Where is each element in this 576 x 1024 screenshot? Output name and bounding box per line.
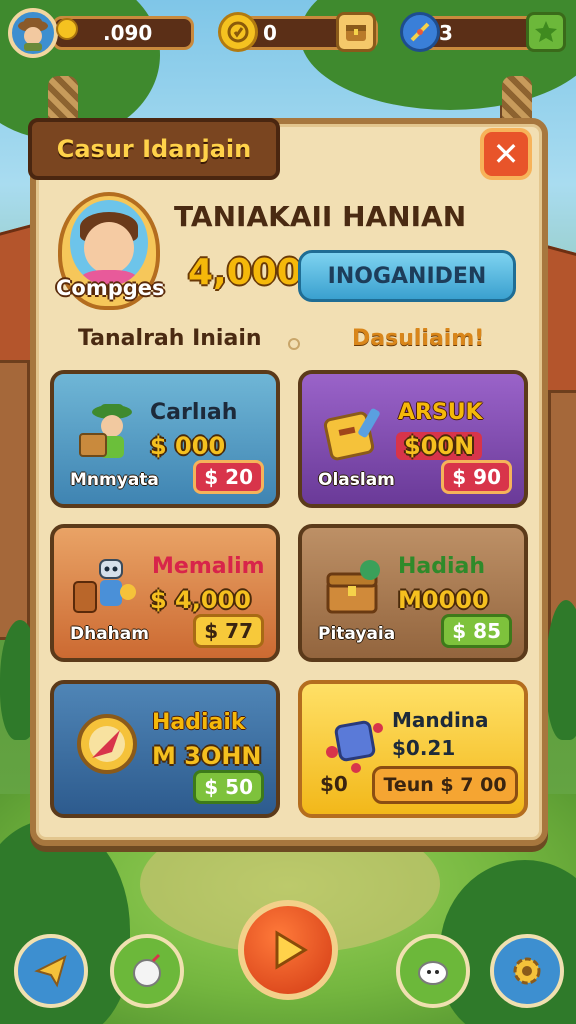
card-4-amount: M0000 [398,586,489,614]
profile-avatar-button[interactable] [8,8,58,58]
card-4-price-button[interactable]: $ 85 [441,614,512,648]
card-6-amount: $0.21 [392,736,456,760]
card-4-title: Hadiah [398,554,486,579]
close-button[interactable]: ✕ [480,128,532,180]
bomb-icon [133,953,161,987]
treasure-box-icon[interactable] [336,12,376,52]
coin-small-icon [56,18,78,40]
card-1-title: Carlıah [150,400,238,425]
card-3-price: $ 77 [204,619,253,643]
shop-card-6[interactable]: Mandina $0.21 $0 Teun $ 7 00 [298,680,528,818]
card-1-price-button[interactable]: $ 20 [193,460,264,494]
player-name: TANIAKAII HANIAN [174,200,467,233]
card-1-amount: $ 000 [150,432,226,460]
nav-send-button[interactable] [14,934,88,1008]
card-1-price: $ 20 [204,465,253,489]
close-icon: ✕ [492,135,520,173]
nav-item-button[interactable] [110,934,184,1008]
nav-pet-button[interactable] [396,934,470,1008]
card-3-price-button[interactable]: $ 77 [193,614,264,648]
shop-card-5[interactable]: Hadiaik M 3OHN $ 50 [50,680,280,818]
card-2-subtitle: Olaslam [318,470,395,490]
currency-1-value: .090 [103,21,153,45]
card-2-price-button[interactable]: $ 90 [441,460,512,494]
explorer-avatar-icon [18,18,48,51]
card-4-price: $ 85 [452,619,501,643]
nav-settings-button[interactable] [490,934,564,1008]
currency-2-value: 0 [263,21,277,45]
coin-icon [218,12,258,52]
panel-title: Casur Idanjain [28,118,280,180]
shop-card-3[interactable]: Memalim $ 4,000 Dhaham $ 77 [50,524,280,662]
card-6-price: Teun $ 7 00 [383,774,507,796]
card-5-price-button[interactable]: $ 50 [193,770,264,804]
card-6-price-button[interactable]: Teun $ 7 00 [372,766,518,804]
player-score: 4,000 [188,252,302,293]
golden-compass-icon [77,714,137,774]
play-button[interactable] [238,900,338,1000]
card-2-amount: $00N [396,432,483,460]
player-avatar [70,200,148,286]
card-2-price: $ 90 [452,465,501,489]
play-icon [275,930,308,970]
robot-helper-icon [73,559,136,613]
shop-card-1[interactable]: Carlıah $ 000 Mnmyata $ 20 [50,370,280,508]
currency-3-value: 3 [439,21,453,45]
compass-gem-icon [400,12,440,52]
treasure-map-icon [323,408,380,461]
treasure-chest-icon [326,560,380,614]
shop-card-2[interactable]: ARSUK $00N Olaslam $ 90 [298,370,528,508]
panel-title-text: Casur Idanjain [56,135,252,163]
card-3-subtitle: Dhaham [70,624,149,644]
card-1-subtitle: Mnmyata [70,470,159,490]
card-3-amount: $ 4,000 [150,586,251,614]
section-right-label: Dasuliaim! [352,326,485,351]
adventurer-icon [79,404,132,458]
player-action-label: INOGANIDEN [327,263,487,289]
section-left-label: Tanalrah Iniain [78,326,262,351]
shop-card-4[interactable]: Hadiah M0000 Pitayaia $ 85 [298,524,528,662]
card-6-subtitle: $0 [320,772,348,796]
card-4-subtitle: Pitayaia [318,624,396,644]
player-badge-label: Compges [56,276,165,300]
cloud-pet-icon [418,961,448,985]
card-5-title: Hadiaik [152,710,246,735]
card-5-amount: M 3OHN [152,742,262,770]
player-action-button[interactable]: INOGANIDEN [298,250,516,302]
section-divider-dot [288,338,300,350]
card-5-price: $ 50 [204,775,253,799]
map-leaf-icon[interactable] [526,12,566,52]
gear-icon [513,957,541,985]
card-3-title: Memalim [152,554,265,579]
card-2-title: ARSUK [398,400,483,425]
paper-plane-icon [34,955,67,988]
card-6-title: Mandina [392,708,489,732]
